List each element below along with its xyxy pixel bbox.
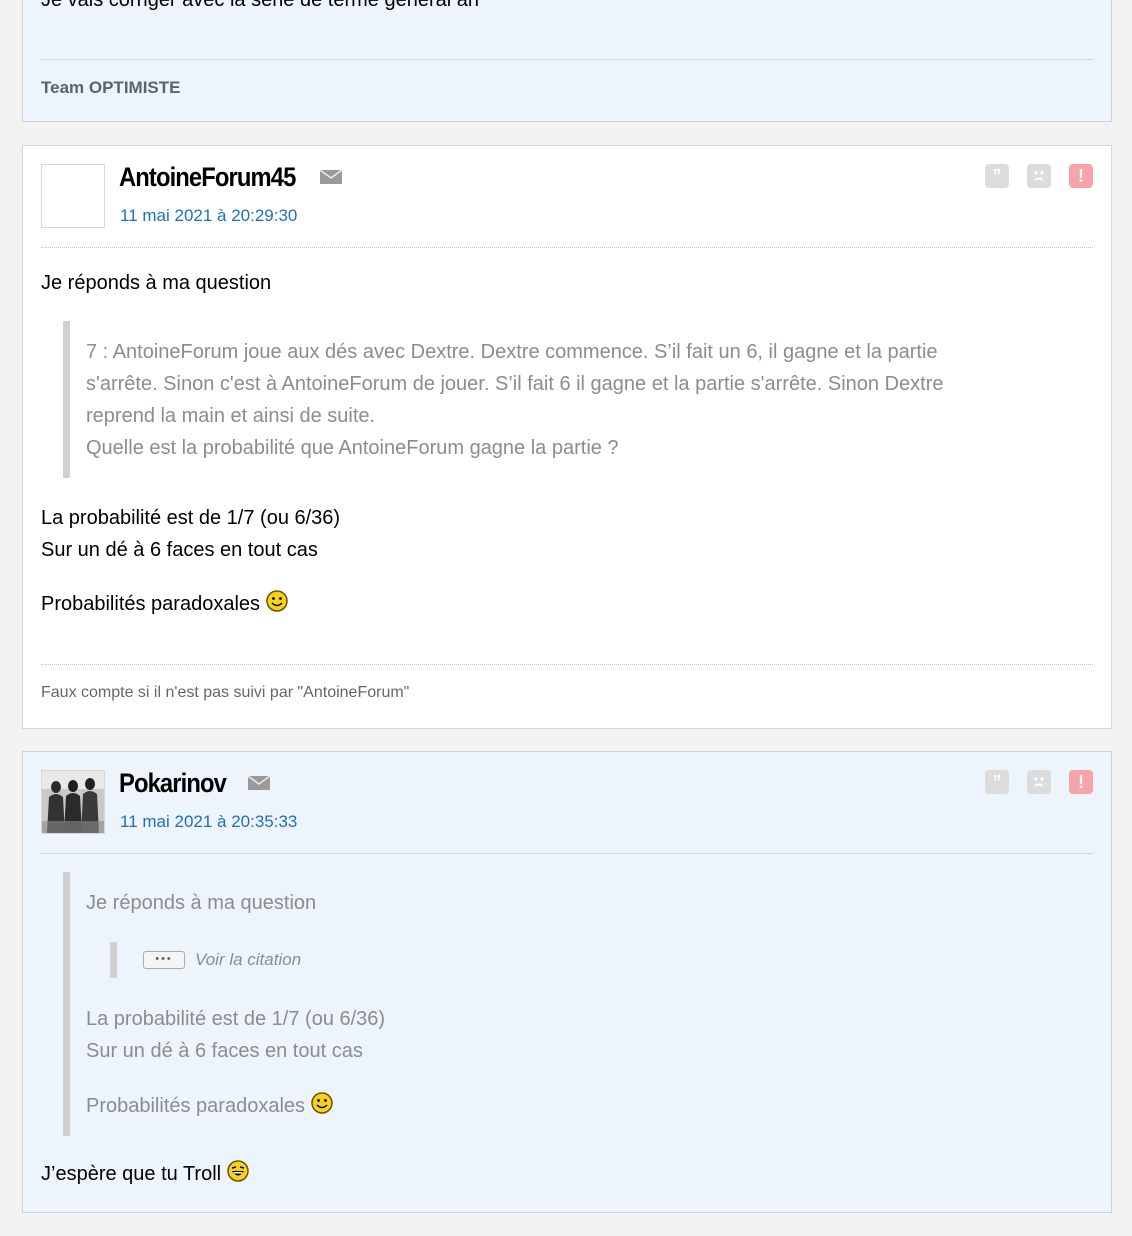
exclamation-icon[interactable]: !: [1069, 164, 1093, 188]
exclamation-icon[interactable]: !: [1069, 770, 1093, 794]
quote-text: 7 : AntoineForum joue aux dés avec Dextr…: [86, 341, 944, 459]
sad-face-icon[interactable]: [1027, 770, 1051, 794]
smiley-icon: [266, 590, 288, 612]
previous-post-text: Je vais corriger avec la série de terme …: [41, 0, 479, 11]
forum-post: AntoineForum45 11 mai 2021 à 20:29:30 ” …: [22, 145, 1112, 729]
avatar[interactable]: [41, 164, 105, 228]
laughing-face-icon: [227, 1160, 249, 1182]
post-intro: Je réponds à ma question: [41, 272, 272, 294]
quote-icon[interactable]: ”: [985, 770, 1009, 794]
blockquote: Je réponds à ma question ••• Voir la cit…: [63, 872, 1063, 1136]
sad-face-icon[interactable]: [1027, 164, 1051, 188]
header-separator: [41, 853, 1093, 854]
signature: Faux compte si il n'est pas suivi par "A…: [41, 684, 410, 701]
ellipsis-icon: •••: [143, 951, 185, 969]
smiley-icon: [311, 1092, 333, 1114]
header-separator: [41, 247, 1093, 248]
avatar[interactable]: [41, 770, 105, 834]
quote-intro: Je réponds à ma question: [86, 892, 317, 914]
envelope-icon[interactable]: [320, 170, 342, 184]
username[interactable]: Pokarinov: [119, 768, 227, 799]
smiley-icon: [545, 0, 567, 1]
post-date[interactable]: 11 mai 2021 à 20:29:30: [120, 206, 297, 226]
post-actions: ” !: [985, 164, 1093, 188]
blockquote: 7 : AntoineForum joue aux dés avec Dextr…: [63, 321, 1063, 478]
see-citation-label: Voir la citation: [195, 950, 302, 969]
username[interactable]: AntoineForum45: [119, 162, 296, 193]
quote-closing: Probabilités paradoxales: [86, 1090, 333, 1122]
post-date[interactable]: 11 mai 2021 à 20:35:33: [120, 812, 297, 832]
nested-quote: ••• Voir la citation: [110, 942, 301, 978]
post-closing: Probabilités paradoxales: [41, 588, 288, 620]
post-body: J’espère que tu Troll: [41, 1158, 249, 1190]
signature-separator: [41, 664, 1093, 665]
post-answer: La probabilité est de 1/7 (ou 6/36) Sur …: [41, 507, 341, 561]
envelope-icon[interactable]: [248, 776, 270, 790]
see-citation-button[interactable]: ••• Voir la citation: [143, 950, 301, 970]
forum-post: Pokarinov 11 mai 2021 à 20:35:33 ” ! Je …: [22, 751, 1112, 1213]
quote-text: La probabilité est de 1/7 (ou 6/36) Sur …: [86, 1008, 386, 1062]
quote-icon[interactable]: ”: [985, 164, 1009, 188]
signature-separator: [41, 59, 1093, 60]
previous-post: Je vais corriger avec la série de terme …: [22, 0, 1112, 122]
post-actions: ” !: [985, 770, 1093, 794]
signature: Team OPTIMISTE: [41, 78, 181, 97]
